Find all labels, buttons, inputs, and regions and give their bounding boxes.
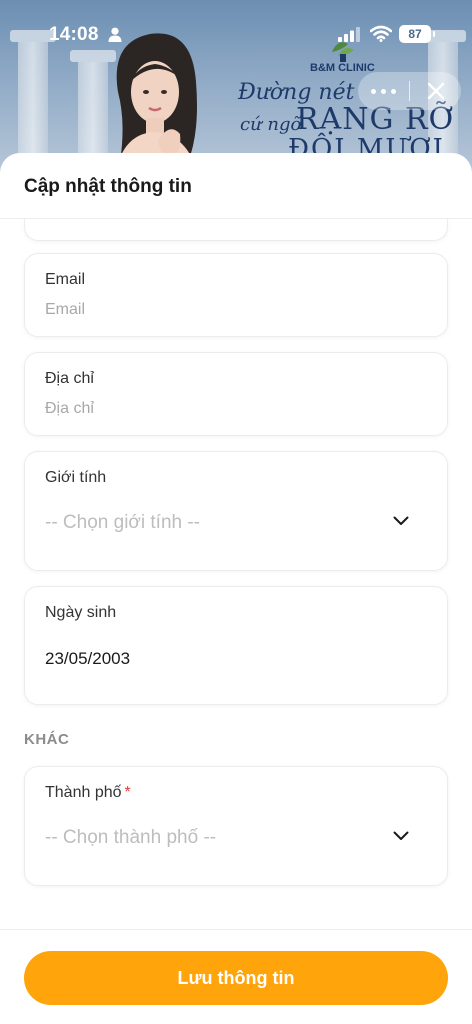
email-field[interactable] [45,299,425,321]
promo-banner: 14:08 87 B&M CLINIC Đường nét RẠNG RỠ cứ… [0,0,472,175]
city-label: Thành phố * [45,784,131,802]
city-select[interactable]: Thành phố * -- Chọn thành phố -- [24,766,448,886]
chevron-down-icon[interactable] [393,516,409,526]
close-button[interactable] [412,72,460,110]
previous-field-card [24,219,448,241]
address-field[interactable] [45,398,425,420]
required-mark: * [124,784,131,801]
sheet-header: Cập nhật thông tin [0,153,472,219]
status-bar: 14:08 87 [0,0,472,60]
status-time: 14:08 [49,24,99,45]
update-info-sheet: Cập nhật thông tin Email Địa chỉ Giới tí… [0,153,472,1024]
city-label-text: Thành phố [45,784,122,801]
slogan-line-2: cứ ngỡ [240,114,302,135]
address-field-card[interactable]: Địa chỉ [24,352,448,436]
gender-select[interactable]: Giới tính -- Chọn giới tính -- [24,451,448,571]
miniapp-capsule [358,72,461,110]
more-dots-icon[interactable] [358,72,408,110]
section-other-heading: KHÁC [24,731,70,748]
battery-indicator: 87 [399,25,435,43]
city-placeholder: -- Chọn thành phố -- [45,827,217,848]
sheet-footer: Lưu thông tin [0,929,472,1024]
capsule-divider [409,81,410,101]
chevron-down-icon[interactable] [393,831,409,841]
close-icon [427,82,445,100]
save-button[interactable]: Lưu thông tin [24,951,448,1005]
person-icon [108,27,122,42]
sheet-title: Cập nhật thông tin [24,176,192,197]
birthday-value[interactable]: 23/05/2003 [45,649,130,669]
birthday-label: Ngày sinh [45,604,117,621]
birthday-field[interactable]: Ngày sinh 23/05/2003 [24,586,448,705]
email-field-card[interactable]: Email [24,253,448,337]
address-label: Địa chỉ [45,370,94,387]
gender-label: Giới tính [45,469,107,486]
gender-placeholder: -- Chọn giới tính -- [45,512,201,533]
email-label: Email [45,271,86,288]
